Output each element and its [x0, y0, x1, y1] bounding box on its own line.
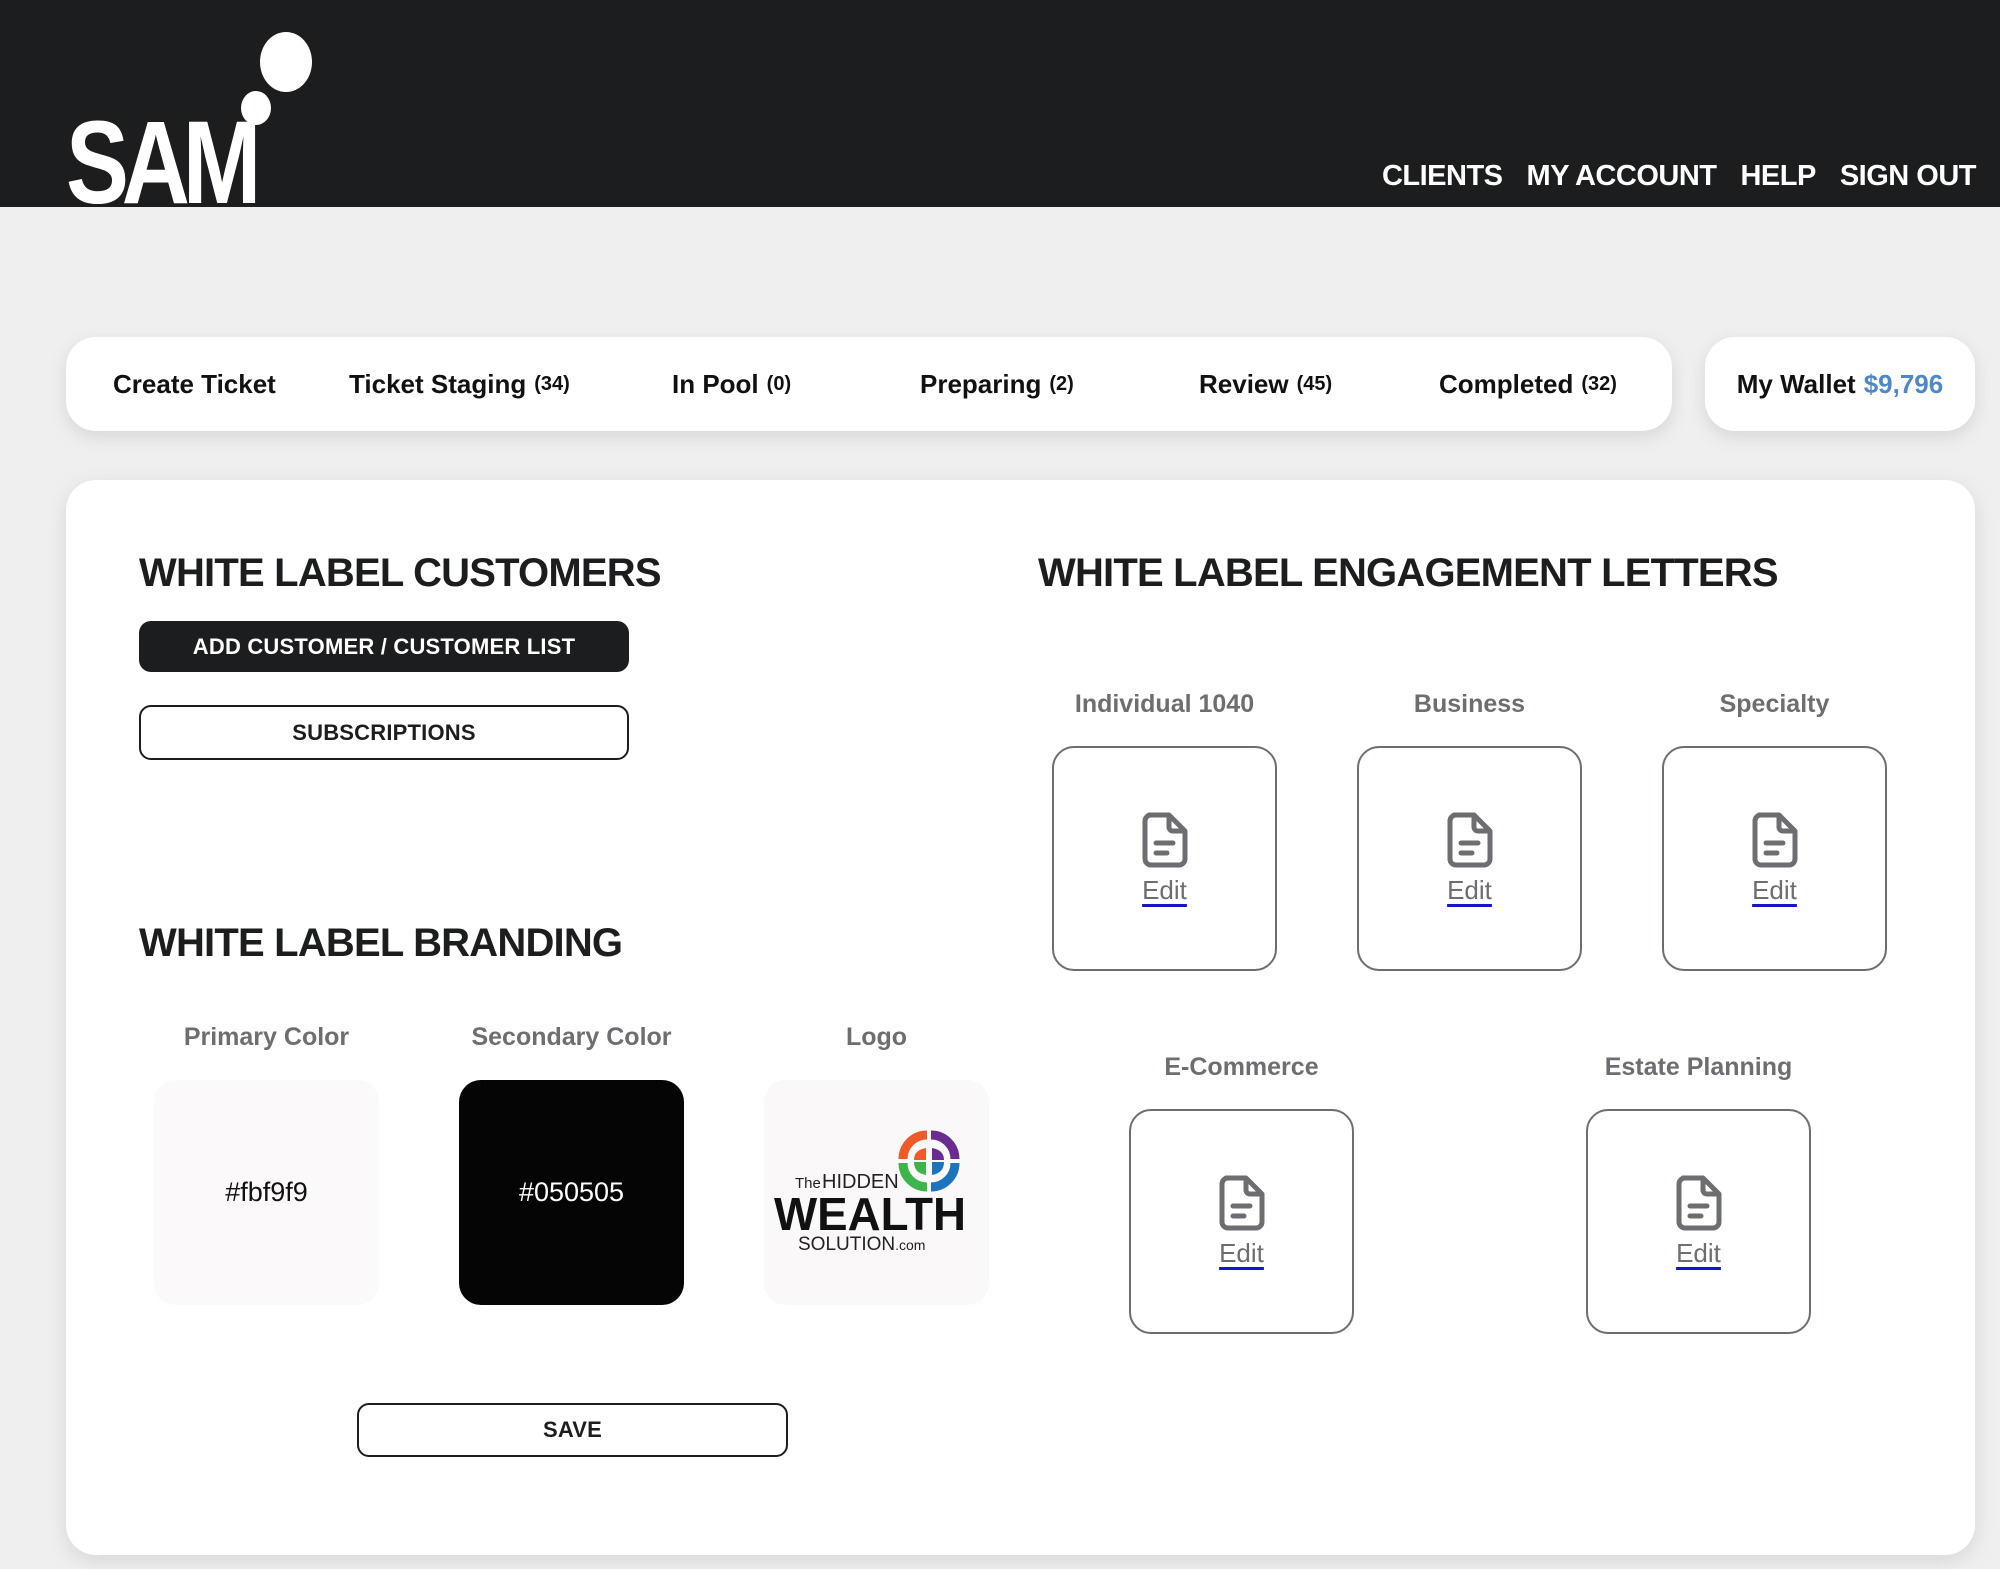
tab-review[interactable]: Review (45) [1199, 337, 1332, 431]
nav-sign-out[interactable]: SIGN OUT [1840, 160, 1977, 193]
nav-help[interactable]: HELP [1740, 160, 1816, 193]
edit-link[interactable]: Edit [1752, 875, 1797, 906]
edit-link[interactable]: Edit [1676, 1238, 1721, 1269]
tab-count: (2) [1049, 372, 1074, 395]
tab-label: In Pool [672, 368, 759, 399]
logo-solution: SOLUTION.com [798, 1234, 925, 1255]
save-button[interactable]: SAVE [357, 1403, 788, 1457]
logo-label: Logo [845, 1023, 908, 1051]
tab-count: (34) [534, 372, 570, 395]
tab-completed[interactable]: Completed (32) [1439, 337, 1617, 431]
branding-heading: WHITE LABEL BRANDING [139, 921, 623, 965]
wallet-label: My Wallet [1736, 368, 1856, 399]
tab-label: Review [1199, 368, 1289, 399]
primary-color-value: #fbf9f9 [225, 1177, 308, 1207]
logo-text: SAM [66, 97, 261, 207]
tab-label: Create Ticket [113, 368, 276, 399]
document-icon [1676, 1175, 1721, 1231]
document-icon [1447, 812, 1492, 868]
tab-count: (45) [1296, 372, 1333, 395]
letter-card-e-commerce[interactable]: Edit [1129, 1109, 1354, 1334]
primary-color-label: Primary Color [183, 1023, 350, 1051]
ticket-tab-bar: Create Ticket Ticket Staging (34) In Poo… [66, 337, 1672, 431]
letter-card-business[interactable]: Edit [1357, 746, 1582, 971]
secondary-color-label: Secondary Color [471, 1023, 672, 1051]
engagement-heading: WHITE LABEL ENGAGEMENT LETTERS [1038, 551, 1779, 595]
target-icon [898, 1130, 960, 1192]
tab-preparing[interactable]: Preparing (2) [920, 337, 1074, 431]
letter-card-specialty[interactable]: Edit [1662, 746, 1887, 971]
edit-link[interactable]: Edit [1142, 875, 1187, 906]
subscriptions-button[interactable]: SUBSCRIPTIONS [139, 705, 629, 760]
tab-create-ticket[interactable]: Create Ticket [113, 337, 276, 431]
edit-link[interactable]: Edit [1447, 875, 1492, 906]
secondary-color-swatch[interactable]: #050505 [459, 1080, 684, 1305]
tab-count: (0) [766, 372, 792, 395]
sam-logo[interactable]: SAM [62, 0, 382, 207]
letter-label-estate-planning: Estate Planning [1604, 1053, 1793, 1081]
tab-count: (32) [1581, 372, 1617, 395]
letter-label-e-commerce: E-Commerce [1164, 1053, 1319, 1081]
tab-label: Completed [1439, 368, 1574, 399]
logo-bubble-small-icon [241, 91, 271, 125]
secondary-color-value: #050505 [518, 1177, 625, 1207]
logo-bubble-large-icon [260, 32, 312, 92]
logo-wealth: WEALTH [774, 1188, 966, 1240]
my-wallet[interactable]: My Wallet $9,796 [1705, 337, 1975, 431]
tab-in-pool[interactable]: In Pool (0) [672, 337, 791, 431]
tab-label: Preparing [920, 368, 1042, 399]
tab-label: Ticket Staging [349, 368, 527, 399]
edit-link[interactable]: Edit [1219, 1238, 1264, 1269]
tab-ticket-staging[interactable]: Ticket Staging (34) [349, 337, 570, 431]
customers-heading: WHITE LABEL CUSTOMERS [139, 551, 662, 595]
letter-card-estate-planning[interactable]: Edit [1586, 1109, 1811, 1334]
letter-label-individual-1040: Individual 1040 [1074, 690, 1255, 718]
letter-card-individual-1040[interactable]: Edit [1052, 746, 1277, 971]
hidden-wealth-logo: The HIDDEN WEALTH SOLUTION.com [774, 1130, 966, 1255]
nav-my-account[interactable]: MY ACCOUNT [1527, 160, 1717, 193]
document-icon [1142, 812, 1187, 868]
logo-upload[interactable]: The HIDDEN WEALTH SOLUTION.com [764, 1080, 989, 1305]
add-customer-button[interactable]: ADD CUSTOMER / CUSTOMER LIST [139, 621, 629, 672]
primary-color-swatch[interactable]: #fbf9f9 [154, 1080, 379, 1305]
nav-clients[interactable]: CLIENTS [1382, 160, 1503, 193]
top-nav: CLIENTS MY ACCOUNT HELP SIGN OUT [1382, 160, 1977, 193]
letter-label-specialty: Specialty [1719, 690, 1830, 718]
document-icon [1752, 812, 1797, 868]
letter-label-business: Business [1413, 690, 1526, 718]
top-header: SAM CLIENTS MY ACCOUNT HELP SIGN OUT [0, 0, 2000, 207]
wallet-amount: $9,796 [1863, 368, 1944, 399]
main-panel: WHITE LABEL CUSTOMERS ADD CUSTOMER / CUS… [66, 480, 1975, 1555]
document-icon [1219, 1175, 1264, 1231]
